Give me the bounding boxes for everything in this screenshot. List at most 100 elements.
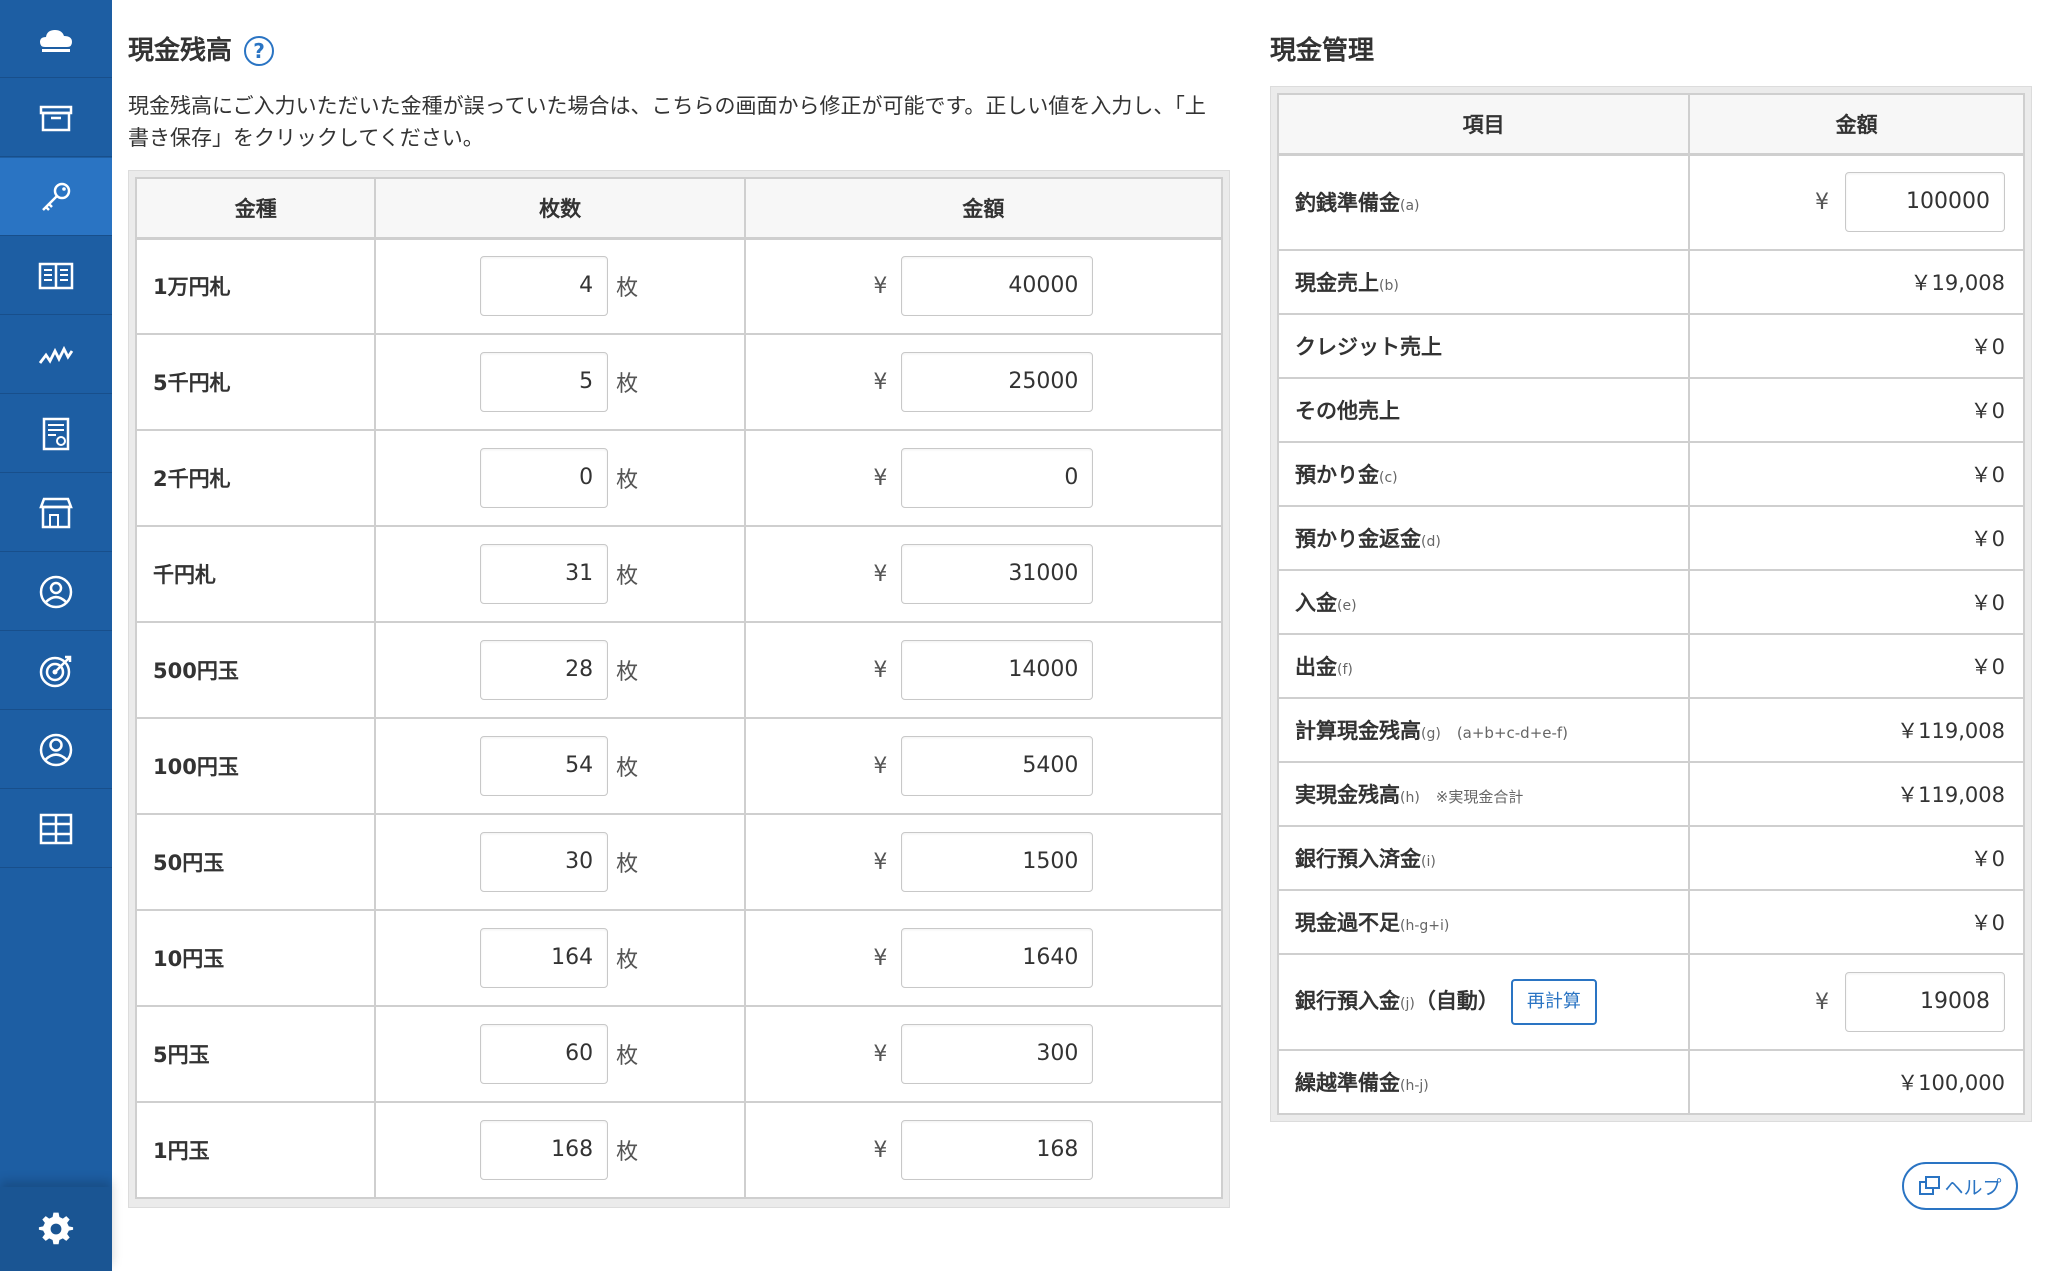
item-value: ￥0 <box>1970 847 2005 871</box>
cash-management-row: 現金過不足(h-g+i) ￥0 <box>1276 889 2025 955</box>
count-input[interactable]: 60 <box>480 1024 609 1084</box>
count-input[interactable]: 164 <box>480 928 609 988</box>
item-value: ￥119,008 <box>1897 783 2005 807</box>
count-input[interactable]: 168 <box>480 1120 609 1180</box>
item-label-cell: 計算現金残高(g) (a+b+c-d+e-f) <box>1276 697 1691 763</box>
item-sub: (h-j) <box>1400 1078 1429 1094</box>
item-value-cell: ￥0 <box>1688 633 2025 699</box>
sidebar-item-customer[interactable] <box>0 553 112 631</box>
cash-balance-description: 現金残高にご入力いただいた金種が誤っていた場合は、こちらの画面から修正が可能です… <box>128 94 1206 150</box>
count-unit: 枚 <box>616 372 639 397</box>
cash-management-row: その他売上 ￥0 <box>1276 377 2025 443</box>
amount-input[interactable]: 300 <box>901 1024 1094 1084</box>
denomination-row: 100円玉 54 枚 ¥5400 <box>134 717 1224 815</box>
amount-input[interactable]: 40000 <box>901 256 1094 317</box>
item-label: 釣銭準備金 <box>1295 191 1400 216</box>
sidebar-item-key[interactable] <box>0 158 112 236</box>
yen-symbol: ¥ <box>873 273 888 299</box>
cash-management-row: 預かり金(c) ￥0 <box>1276 441 2025 507</box>
item-sub: (i) <box>1421 854 1436 870</box>
sidebar-item-apps[interactable] <box>0 790 112 868</box>
count-cell: 31 枚 <box>374 525 746 623</box>
apps-grid-icon <box>39 813 73 844</box>
yen-symbol: ¥ <box>873 753 888 779</box>
value-input[interactable]: 100000 <box>1845 172 2005 233</box>
item-value-cell: ￥0 <box>1688 889 2025 955</box>
sidebar-item-user[interactable] <box>0 711 112 789</box>
sidebar-settings[interactable] <box>0 1187 112 1271</box>
count-input[interactable]: 0 <box>480 448 609 508</box>
sidebar-item-target[interactable] <box>0 632 112 710</box>
chart-line-icon <box>38 345 74 364</box>
item-value-cell: ￥0 <box>1688 825 2025 891</box>
cash-management-row: 預かり金返金(d) ￥0 <box>1276 505 2025 571</box>
item-sub: (g) <box>1421 726 1441 742</box>
amount-input[interactable]: 1640 <box>901 928 1094 988</box>
denomination-row: 5円玉 60 枚 ¥300 <box>134 1005 1224 1103</box>
item-sub: (e) <box>1337 598 1357 614</box>
item-value: ￥0 <box>1970 463 2005 487</box>
item-label-cell: 預かり金(c) <box>1276 441 1691 507</box>
count-input[interactable]: 30 <box>480 832 609 892</box>
sidebar-item-chart[interactable] <box>0 316 112 394</box>
item-label: その他売上 <box>1295 399 1400 423</box>
sidebar-item-report[interactable] <box>0 395 112 473</box>
count-input[interactable]: 28 <box>480 640 609 700</box>
amount-input[interactable]: 14000 <box>901 640 1094 700</box>
count-input[interactable]: 4 <box>480 256 609 317</box>
item-label-cell: 現金過不足(h-g+i) <box>1276 889 1691 955</box>
sidebar-item-book[interactable] <box>0 237 112 315</box>
sidebar-item-archive[interactable] <box>0 79 112 157</box>
item-value-cell: ￥19,008 <box>1688 249 2025 315</box>
count-cell: 164 枚 <box>374 909 746 1007</box>
item-value-cell: ￥0 <box>1688 377 2025 443</box>
denomination-row: 500円玉 28 枚 ¥14000 <box>134 621 1224 719</box>
help-question-icon[interactable]: ? <box>244 36 274 66</box>
yen-symbol: ¥ <box>1815 189 1829 215</box>
amount-cell: ¥14000 <box>743 621 1224 719</box>
key-icon <box>42 182 71 211</box>
cash-management-title: 現金管理 <box>1270 36 1375 66</box>
item-label: 現金過不足 <box>1295 911 1400 935</box>
cash-management-row: 現金売上(b) ￥19,008 <box>1276 249 2025 315</box>
item-label-cell: 預かり金返金(d) <box>1276 505 1691 571</box>
amount-input[interactable]: 0 <box>901 448 1094 508</box>
amount-input[interactable]: 168 <box>901 1120 1094 1180</box>
item-sub: (j) <box>1400 996 1415 1012</box>
amount-cell: ¥1640 <box>743 909 1224 1007</box>
yen-symbol: ¥ <box>873 561 888 587</box>
help-button[interactable]: ヘルプ <box>1902 1162 2018 1210</box>
amount-cell: ¥40000 <box>743 237 1224 335</box>
item-label: 入金 <box>1295 591 1337 615</box>
item-label: 銀行預入済金 <box>1295 847 1421 871</box>
amount-input[interactable]: 25000 <box>901 352 1094 412</box>
count-unit: 枚 <box>616 852 639 877</box>
amount-input[interactable]: 5400 <box>901 736 1094 796</box>
count-input[interactable]: 5 <box>480 352 609 412</box>
item-label: 預かり金 <box>1295 463 1379 487</box>
item-value: ￥0 <box>1970 911 2005 935</box>
cash-management-row: 銀行預入済金(i) ￥0 <box>1276 825 2025 891</box>
count-unit: 枚 <box>616 660 639 685</box>
yen-symbol: ¥ <box>873 369 888 395</box>
amount-input[interactable]: 31000 <box>901 544 1094 604</box>
count-input[interactable]: 54 <box>480 736 609 796</box>
count-unit: 枚 <box>616 468 639 493</box>
denomination-row: 50円玉 30 枚 ¥1500 <box>134 813 1224 911</box>
sidebar-item-cloud[interactable] <box>0 0 112 78</box>
item-value-cell: ￥100,000 <box>1688 1049 2025 1115</box>
amount-input[interactable]: 1500 <box>901 832 1094 892</box>
sidebar-item-store[interactable] <box>0 474 112 552</box>
count-input[interactable]: 31 <box>480 544 609 604</box>
value-input[interactable]: 19008 <box>1845 972 2005 1032</box>
yen-symbol: ¥ <box>873 465 888 491</box>
item-label: 銀行預入金 <box>1295 989 1400 1013</box>
count-unit: 枚 <box>616 276 639 302</box>
recalculate-button[interactable]: 再計算 <box>1510 979 1597 1025</box>
amount-cell: ¥5400 <box>743 717 1224 815</box>
header-denomination: 金種 <box>134 177 377 240</box>
cash-management-row: 計算現金残高(g) (a+b+c-d+e-f) ￥119,008 <box>1276 697 2025 763</box>
denomination-label: 500円玉 <box>134 621 377 719</box>
cash-balance-title: 現金残高 <box>128 36 233 66</box>
amount-cell: ¥1500 <box>743 813 1224 911</box>
